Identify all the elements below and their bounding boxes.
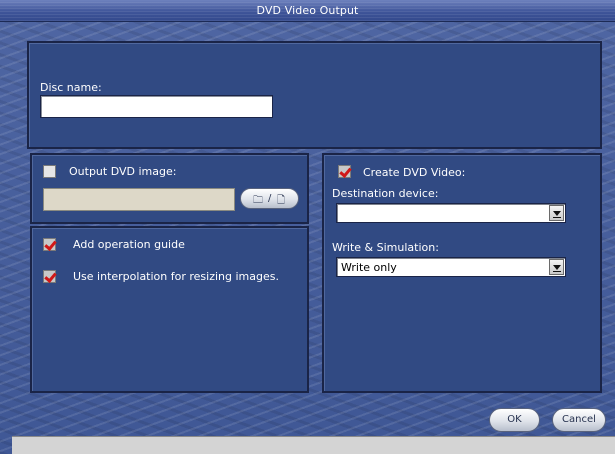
operation-guide-checkbox[interactable] xyxy=(43,238,56,251)
separator-glyph: / xyxy=(268,193,272,204)
create-dvd-video-panel: Create DVD Video: Destination device: Wr… xyxy=(322,153,602,393)
dropdown-arrow-icon[interactable] xyxy=(549,205,564,221)
write-simulation-label: Write & Simulation: xyxy=(332,241,439,254)
operation-guide-label: Add operation guide xyxy=(73,238,185,251)
cancel-button[interactable]: Cancel xyxy=(552,408,606,432)
window-title: DVD Video Output xyxy=(256,4,359,17)
status-strip xyxy=(12,436,615,454)
output-image-checkbox[interactable] xyxy=(43,165,56,178)
browse-button[interactable]: 🗀 / 🗋 xyxy=(240,188,299,209)
title-bar[interactable]: DVD Video Output xyxy=(0,0,615,22)
disc-name-panel: Disc name: xyxy=(27,41,602,149)
write-simulation-select[interactable]: Write only xyxy=(336,257,566,277)
disc-name-input[interactable] xyxy=(40,95,273,118)
create-dvd-video-label: Create DVD Video: xyxy=(363,166,466,179)
interpolation-label: Use interpolation for resizing images. xyxy=(73,270,279,283)
output-image-label: Output DVD image: xyxy=(69,165,177,178)
create-dvd-video-checkbox[interactable] xyxy=(338,165,351,178)
write-simulation-value: Write only xyxy=(341,261,397,274)
folder-icon: 🗀 xyxy=(253,195,263,206)
destination-device-select[interactable] xyxy=(336,203,566,223)
ok-button[interactable]: OK xyxy=(489,408,540,432)
interpolation-checkbox[interactable] xyxy=(43,270,56,283)
file-icon: 🗋 xyxy=(277,195,286,206)
dropdown-arrow-icon[interactable] xyxy=(549,259,564,275)
options-panel: Add operation guide Use interpolation fo… xyxy=(30,226,309,393)
destination-device-label: Destination device: xyxy=(332,187,439,200)
output-image-panel: Output DVD image: 🗀 / 🗋 xyxy=(30,153,309,224)
disc-name-label: Disc name: xyxy=(40,81,102,94)
image-path-input[interactable] xyxy=(43,188,235,211)
dvd-video-output-dialog: DVD Video Output Disc name: Output DVD i… xyxy=(0,0,615,454)
